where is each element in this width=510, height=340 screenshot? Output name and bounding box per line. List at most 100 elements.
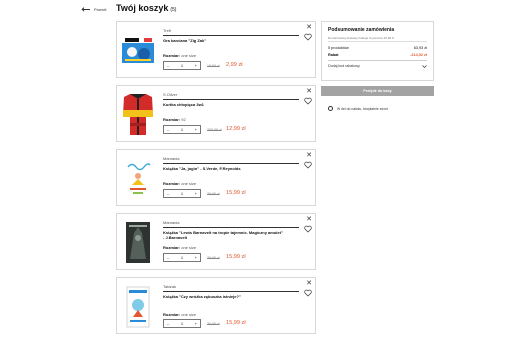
heart-icon[interactable] [304, 33, 312, 41]
quantity-stepper: – 1 + [163, 253, 201, 262]
quantity-stepper: – 1 + [163, 189, 201, 198]
cart-count: (5) [170, 7, 177, 13]
free-shipping-note: Do darmowej dostawy brakuje Ci jeszcze 4… [328, 36, 395, 40]
item-name[interactable]: Gra karciana "Zig Zak" [163, 38, 283, 43]
back-label: Powrót [94, 7, 107, 12]
current-price: 2,99 zł [226, 62, 243, 68]
old-price: 39,99 zł [207, 322, 220, 326]
plus-button[interactable]: + [195, 127, 197, 132]
plus-button[interactable]: + [195, 191, 197, 196]
products-row: 5 produktów 63,93 zł [328, 46, 427, 50]
quantity-stepper: – 1 + [163, 61, 201, 70]
products-label: 5 produktów [328, 46, 349, 50]
old-price: 359,99 zł [207, 128, 222, 132]
gift-option-label: W del do nałożu, bezpłatnie zwrot [337, 106, 388, 111]
arrow-left-icon [82, 8, 90, 12]
heart-icon[interactable] [304, 97, 312, 105]
divider [163, 35, 299, 36]
divider [328, 60, 427, 61]
minus-button[interactable]: – [167, 321, 169, 326]
item-size: Rozmiar: 92 [163, 117, 186, 122]
size-label: Rozmiar: [163, 53, 181, 58]
size-label: Rozmiar: [163, 181, 181, 186]
heart-icon[interactable] [304, 225, 312, 233]
item-name[interactable]: Książka "Lewis Barnavelt na tropie tajem… [163, 230, 283, 240]
yoga-book-cover-image [124, 159, 152, 199]
board-game-box-image [122, 37, 154, 63]
current-price: 15,99 zł [226, 190, 246, 196]
old-price: 39,99 zł [207, 192, 220, 196]
remove-item-button[interactable]: ✕ [306, 88, 312, 95]
item-brand: Mamania [163, 220, 180, 225]
quantity-stepper: – 1 + [163, 125, 201, 134]
minus-button[interactable]: – [167, 191, 169, 196]
page-title: Twój koszyk (5) [116, 3, 176, 13]
quantity-value[interactable]: 1 [181, 127, 183, 132]
gift-option[interactable]: W del do nałożu, bezpłatnie zwrot [328, 106, 388, 111]
remove-item-button[interactable]: ✕ [306, 280, 312, 287]
divider [163, 227, 299, 228]
back-link[interactable]: Powrót [82, 7, 106, 12]
fairy-book-cover-image [126, 286, 150, 328]
size-label: Rozmiar: [163, 245, 181, 250]
item-size: Rozmiar: one size [163, 53, 196, 58]
quantity-value[interactable]: 1 [181, 255, 183, 260]
item-name[interactable]: Książka "Ja, jogin" - S.Verde, F.Reynold… [163, 166, 283, 171]
page-title-text: Twój koszyk [116, 3, 169, 13]
remove-item-button[interactable]: ✕ [306, 24, 312, 31]
item-size: Rozmiar: one size [163, 312, 196, 317]
chevron-down-icon [422, 64, 427, 68]
size-label: Rozmiar: [163, 312, 181, 317]
item-name[interactable]: Książka "Czy wróżka zębuszka istnieje?" [163, 294, 283, 299]
discount-row: Rabat -214,02 zł [328, 53, 427, 57]
cart-item: Mamania Książka "Lewis Barnavelt na trop… [116, 213, 316, 270]
discount-label: Rabat [328, 53, 339, 57]
plus-button[interactable]: + [195, 63, 197, 68]
plus-button[interactable]: + [195, 255, 197, 260]
size-value: 92 [181, 117, 186, 122]
size-value: one size [181, 181, 197, 186]
item-size: Rozmiar: one size [163, 245, 196, 250]
item-name[interactable]: Kurtka chłopięca 3w1 [163, 102, 283, 107]
cart-item: Trefl Gra karciana "Zig Zak" Rozmiar: on… [116, 21, 316, 78]
size-value: one size [181, 245, 197, 250]
current-price: 12,99 zł [226, 126, 246, 132]
quantity-value[interactable]: 1 [181, 63, 183, 68]
current-price: 15,99 zł [226, 254, 246, 260]
item-size: Rozmiar: one size [163, 181, 196, 186]
plus-button[interactable]: + [195, 321, 197, 326]
minus-button[interactable]: – [167, 255, 169, 260]
red-jacket-image [123, 94, 153, 135]
free-shipping-progress [328, 41, 427, 43]
dark-book-cover-image [126, 222, 150, 263]
heart-icon[interactable] [304, 161, 312, 169]
checkout-button[interactable]: Przejdź do kasy [321, 86, 434, 96]
add-discount-code-toggle[interactable]: Dodaj kod rabatowy [328, 64, 427, 68]
cart-item: S.Oliver Kurtka chłopięca 3w1 Rozmiar: 9… [116, 85, 316, 142]
heart-icon[interactable] [304, 289, 312, 297]
size-value: one size [181, 53, 197, 58]
item-brand: S.Oliver [163, 92, 178, 97]
order-summary: Podsumowanie zamówienia Do darmowej dost… [321, 21, 434, 81]
item-brand: Tatarak [163, 284, 177, 289]
remove-item-button[interactable]: ✕ [306, 216, 312, 223]
current-price: 15,99 zł [226, 320, 246, 326]
discount-value: -214,02 zł [410, 53, 427, 57]
old-price: 19,99 zł [207, 64, 220, 68]
size-label: Rozmiar: [163, 117, 181, 122]
divider [163, 291, 299, 292]
quantity-value[interactable]: 1 [181, 321, 183, 326]
discount-code-label: Dodaj kod rabatowy [328, 64, 360, 68]
radio-button[interactable] [328, 106, 333, 111]
summary-title: Podsumowanie zamówienia [328, 27, 395, 33]
item-brand: Trefl [163, 28, 171, 33]
size-value: one size [181, 312, 197, 317]
remove-item-button[interactable]: ✕ [306, 152, 312, 159]
item-brand: Mamania [163, 156, 180, 161]
minus-button[interactable]: – [167, 127, 169, 132]
quantity-stepper: – 1 + [163, 319, 201, 328]
quantity-value[interactable]: 1 [181, 191, 183, 196]
cart-item: Tatarak Książka "Czy wróżka zębuszka ist… [116, 277, 316, 334]
divider [163, 163, 299, 164]
minus-button[interactable]: – [167, 63, 169, 68]
